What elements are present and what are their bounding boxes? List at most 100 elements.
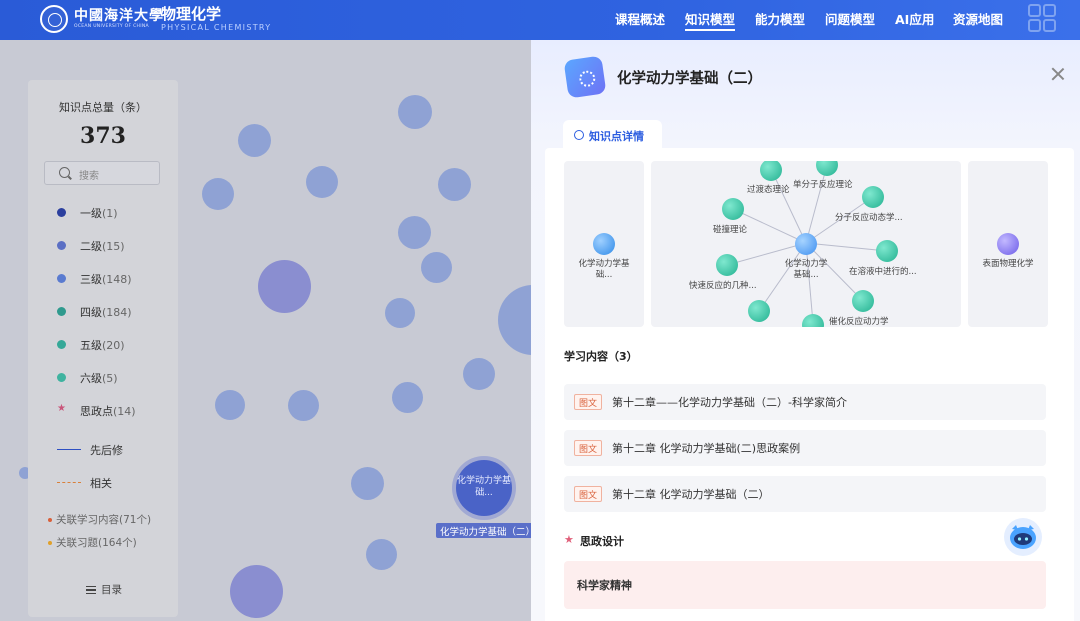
nav-course-overview[interactable]: 课程概述 bbox=[615, 9, 665, 31]
star-icon: ★ bbox=[564, 533, 574, 546]
level-name: 四级 bbox=[80, 306, 102, 319]
graph-node[interactable] bbox=[852, 290, 874, 312]
graph-node-label: 分子反应动态学... bbox=[835, 213, 903, 223]
close-icon[interactable] bbox=[1050, 66, 1066, 82]
graph-node-label: 在溶液中进行的... bbox=[849, 267, 917, 277]
legend-prerequisite: 先后修 bbox=[90, 444, 123, 457]
learning-item-title: 第十二章 化学动力学基础（二） bbox=[612, 488, 770, 501]
graph-node[interactable] bbox=[392, 382, 423, 413]
level-dot-icon bbox=[57, 241, 66, 250]
content-type-tag: 图文 bbox=[574, 486, 603, 502]
school-name-cn: 中國海洋大學 bbox=[74, 8, 164, 24]
related-exercises-label: 关联习题(164个) bbox=[56, 537, 137, 549]
graph-node[interactable] bbox=[421, 252, 452, 283]
learning-item-title: 第十二章 化学动力学基础(二)思政案例 bbox=[612, 442, 801, 455]
level-dot-icon bbox=[57, 307, 66, 316]
graph-node-label: 过渡态理论 bbox=[747, 185, 790, 195]
school-name-en: OCEAN UNIVERSITY OF CHINA bbox=[74, 24, 149, 29]
nav-ai-application[interactable]: AI应用 bbox=[895, 9, 934, 31]
related-line-icon bbox=[57, 482, 81, 483]
level-dot-icon bbox=[57, 373, 66, 382]
level-dot-icon bbox=[57, 340, 66, 349]
graph-node[interactable] bbox=[215, 390, 245, 420]
level-name: 思政点 bbox=[80, 405, 113, 418]
learning-item[interactable]: 图文 第十二章 化学动力学基础(二)思政案例 bbox=[564, 430, 1046, 466]
level-count: (1) bbox=[102, 207, 118, 220]
total-label: 知识点总量（条） bbox=[59, 101, 147, 114]
ideology-design-title: 思政设计 bbox=[580, 535, 624, 548]
ai-assistant-robot-icon[interactable] bbox=[1003, 517, 1043, 557]
selected-node-label: 化学动力学基础... bbox=[456, 476, 511, 498]
related-content-count[interactable]: 关联学习内容(71个) bbox=[48, 512, 151, 527]
graph-node[interactable] bbox=[398, 95, 432, 129]
knowledge-point-icon bbox=[563, 55, 607, 99]
search-icon bbox=[59, 167, 70, 178]
graph-node[interactable] bbox=[398, 216, 431, 249]
detail-body: 化学动力学基础... 过渡态理论 单分子反应理论 分子反应动态学... 碰撞理论… bbox=[545, 148, 1074, 621]
detail-title: 化学动力学基础（二） bbox=[617, 71, 762, 87]
prev-knowledge-card[interactable]: 化学动力学基础... bbox=[564, 161, 644, 327]
grid-menu-icon[interactable] bbox=[1027, 3, 1057, 33]
graph-node[interactable] bbox=[366, 539, 397, 570]
local-graph-card[interactable]: 过渡态理论 单分子反应理论 分子反应动态学... 碰撞理论 在溶液中进行的...… bbox=[651, 161, 961, 327]
tab-knowledge-detail[interactable]: 知识点详情 bbox=[563, 120, 662, 150]
graph-node[interactable] bbox=[722, 198, 744, 220]
prev-node-icon bbox=[593, 233, 615, 255]
level-count: (5) bbox=[102, 372, 118, 385]
graph-node[interactable] bbox=[351, 467, 384, 500]
toc-label: 目录 bbox=[101, 584, 122, 596]
ideology-design-label: 科学家精神 bbox=[577, 579, 632, 592]
graph-node[interactable] bbox=[748, 300, 770, 322]
level-name: 二级 bbox=[80, 240, 102, 253]
graph-node[interactable] bbox=[202, 178, 234, 210]
course-subtitle: PHYSICAL CHEMISTRY bbox=[161, 23, 272, 32]
toc-button[interactable]: 目录 bbox=[86, 582, 122, 597]
list-icon bbox=[86, 586, 96, 594]
graph-node[interactable] bbox=[498, 285, 531, 355]
graph-node[interactable] bbox=[862, 186, 884, 208]
level-name: 六级 bbox=[80, 372, 102, 385]
knowledge-detail-panel: 化学动力学基础（二） 知识点详情 化学动力学基础... 过渡态理论 单分子反应理… bbox=[531, 40, 1080, 621]
prerequisite-arrow-icon bbox=[57, 449, 81, 450]
selected-node-tag: 化学动力学基础（二） bbox=[436, 523, 540, 538]
next-knowledge-card[interactable]: 表面物理化学 bbox=[968, 161, 1048, 327]
graph-node[interactable] bbox=[238, 124, 271, 157]
graph-node[interactable] bbox=[306, 166, 338, 198]
center-graph-node[interactable] bbox=[795, 233, 817, 255]
graph-node[interactable] bbox=[288, 390, 319, 421]
learning-item[interactable]: 图文 第十二章——化学动力学基础（二）-科学家简介 bbox=[564, 384, 1046, 420]
level-count: (15) bbox=[102, 240, 125, 253]
legend-related: 相关 bbox=[90, 477, 112, 490]
nav-problem-model[interactable]: 问题模型 bbox=[825, 9, 875, 31]
search-input[interactable]: 搜索 bbox=[44, 161, 160, 185]
course-title: 物理化学 bbox=[161, 5, 222, 23]
search-placeholder: 搜索 bbox=[79, 171, 99, 182]
level-name: 一级 bbox=[80, 207, 102, 220]
nav-knowledge-model[interactable]: 知识模型 bbox=[685, 9, 736, 31]
selected-graph-node[interactable]: 化学动力学基础... bbox=[456, 460, 512, 516]
university-logo-icon bbox=[40, 5, 68, 33]
ideology-design-item[interactable]: 科学家精神 bbox=[564, 561, 1046, 609]
content-type-tag: 图文 bbox=[574, 440, 603, 456]
graph-node[interactable] bbox=[258, 260, 311, 313]
level-dot-icon bbox=[57, 274, 66, 283]
graph-node[interactable] bbox=[230, 565, 283, 618]
level-count: (20) bbox=[102, 339, 125, 352]
graph-node[interactable] bbox=[385, 298, 415, 328]
graph-node-label: 单分子反应理论 bbox=[793, 180, 853, 190]
related-content-label: 关联学习内容(71个) bbox=[56, 514, 152, 526]
total-count: 373 bbox=[80, 123, 126, 149]
next-card-label: 表面物理化学 bbox=[982, 259, 1034, 269]
graph-node[interactable] bbox=[438, 168, 471, 201]
graph-node[interactable] bbox=[876, 240, 898, 262]
learning-item-title: 第十二章——化学动力学基础（二）-科学家简介 bbox=[612, 396, 847, 409]
graph-node[interactable] bbox=[716, 254, 738, 276]
graph-node[interactable] bbox=[463, 358, 495, 390]
level-name: 三级 bbox=[80, 273, 102, 286]
learning-item[interactable]: 图文 第十二章 化学动力学基础（二） bbox=[564, 476, 1046, 512]
graph-node-label: 快速反应的几种... bbox=[689, 281, 757, 291]
nav-ability-model[interactable]: 能力模型 bbox=[755, 9, 805, 31]
learning-content-title: 学习内容（3） bbox=[564, 350, 638, 363]
nav-resource-map[interactable]: 资源地图 bbox=[953, 9, 1003, 31]
related-exercises-count[interactable]: 关联习题(164个) bbox=[48, 535, 137, 550]
